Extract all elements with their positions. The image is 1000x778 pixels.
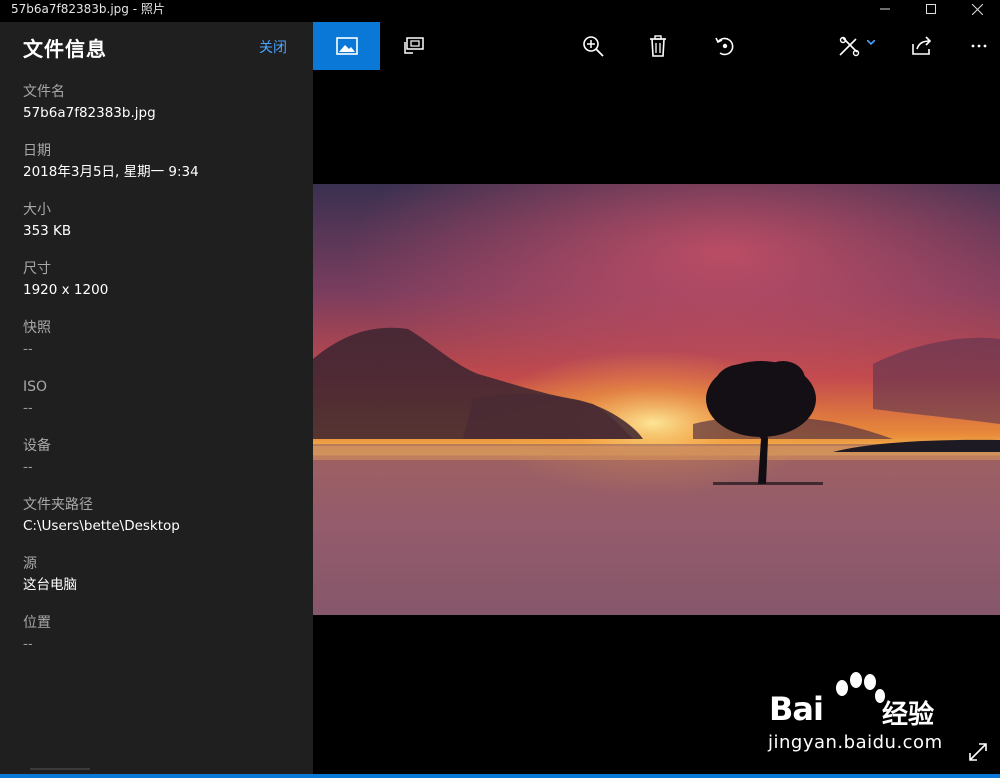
watermark-brand: Bai [769, 690, 824, 728]
photo[interactable] [313, 184, 1000, 615]
more-options-button[interactable] [957, 22, 1000, 70]
sunset-photo-image [313, 184, 1000, 615]
field-size: 大小 353 KB [23, 201, 71, 241]
field-filename: 文件名 57b6a7f82383b.jpg [23, 83, 156, 123]
chevron-down-icon [866, 40, 875, 46]
field-value: 2018年3月5日, 星期一 9:34 [23, 164, 199, 180]
view-image-button[interactable] [313, 22, 380, 70]
field-device: 设备 -- [23, 437, 51, 477]
watermark-url: jingyan.baidu.com [768, 732, 943, 753]
field-label: 日期 [23, 143, 51, 159]
field-source: 源 这台电脑 [23, 555, 77, 595]
field-label: 快照 [23, 320, 51, 336]
taskbar-edge [0, 774, 1000, 778]
minimize-icon [880, 8, 890, 10]
delete-icon [650, 35, 666, 57]
close-icon [971, 3, 983, 15]
field-folder-path: 文件夹路径 C:\Users\bette\Desktop [23, 496, 180, 536]
field-dimensions: 尺寸 1920 x 1200 [23, 260, 108, 300]
rotate-button[interactable] [702, 22, 748, 70]
share-button[interactable] [899, 22, 945, 70]
field-snapshot: 快照 -- [23, 319, 51, 359]
edit-create-button[interactable] [831, 22, 881, 70]
field-label: ISO [23, 379, 48, 395]
field-date: 日期 2018年3月5日, 星期一 9:34 [23, 142, 199, 182]
field-label: 设备 [23, 438, 51, 454]
field-iso: ISO -- [23, 378, 47, 418]
baidu-paw-logo [836, 672, 885, 703]
maximize-button[interactable] [908, 0, 954, 18]
baidu-jingyan-watermark: Bai 经验 jingyan.baidu.com [764, 672, 954, 758]
close-window-button[interactable] [954, 0, 1000, 18]
close-panel-link[interactable]: 关闭 [259, 37, 287, 57]
field-value: -- [23, 459, 33, 475]
field-value: 57b6a7f82383b.jpg [23, 105, 156, 121]
field-label: 源 [23, 556, 37, 572]
field-value: -- [23, 341, 33, 357]
zoom-in-button[interactable] [570, 22, 616, 70]
field-label: 文件夹路径 [23, 497, 93, 513]
field-value: -- [23, 636, 33, 652]
fullscreen-icon [969, 743, 987, 761]
field-label: 尺寸 [23, 261, 51, 277]
more-icon [971, 44, 986, 48]
slideshow-icon [403, 37, 424, 54]
slideshow-button[interactable] [380, 22, 447, 70]
field-value: C:\Users\bette\Desktop [23, 518, 180, 534]
field-location: 位置 -- [23, 614, 51, 654]
panel-title: 文件信息 [23, 37, 107, 61]
divider [30, 768, 90, 770]
minimize-button[interactable] [862, 0, 908, 18]
window-title: 57b6a7f82383b.jpg - 照片 [11, 2, 165, 16]
field-value: 1920 x 1200 [23, 282, 109, 298]
file-info-panel: 文件信息 关闭 文件名 57b6a7f82383b.jpg 日期 2018年3月… [0, 22, 313, 778]
delete-button[interactable] [635, 22, 681, 70]
field-label: 文件名 [23, 84, 65, 100]
toolbar [313, 22, 1000, 70]
zoom-in-icon [583, 36, 604, 57]
share-icon [912, 36, 932, 55]
title-bar: 57b6a7f82383b.jpg - 照片 [0, 0, 1000, 22]
field-value: 这台电脑 [23, 577, 77, 593]
watermark-brand-cn: 经验 [882, 700, 935, 730]
field-label: 大小 [23, 202, 51, 218]
field-label: 位置 [23, 615, 51, 631]
image-icon [335, 37, 358, 55]
edit-create-icon [838, 36, 859, 57]
maximize-icon [926, 4, 936, 14]
rotate-icon [715, 37, 734, 56]
fullscreen-button[interactable] [966, 740, 990, 764]
field-value: 353 KB [23, 223, 72, 239]
field-value: -- [23, 400, 33, 416]
